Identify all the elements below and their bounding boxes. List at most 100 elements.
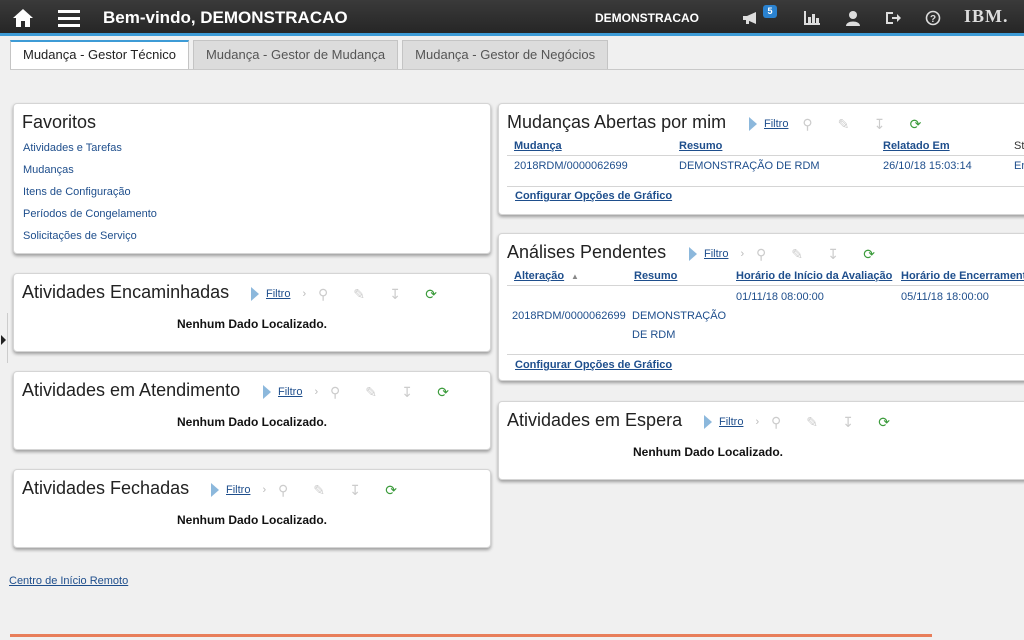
search-icon[interactable]: ⚲ [316,286,330,303]
encaminhadas-portlet: Atividades Encaminhadas Filtro › ⚲ ✎ ↧ ⟳… [13,273,491,352]
clear-filter-icon[interactable]: ✎ [790,246,804,263]
cell-resumo-line2[interactable]: DE RDM [632,329,675,341]
filter-link[interactable]: Filtro [719,416,743,428]
filter-toggle-icon[interactable] [749,117,757,131]
analises-toolbar: Filtro › ⚲ ✎ ↧ ⟳ [689,244,876,264]
download-icon[interactable]: ↧ [388,286,402,303]
filter-toggle-icon[interactable] [263,385,271,399]
refresh-icon[interactable]: ⟳ [384,482,398,499]
download-icon[interactable]: ↧ [400,384,414,401]
cell-alteracao-id[interactable]: 2018RDM/0000062699 [512,310,626,322]
chevron-right-icon: › [314,386,319,398]
welcome-title: Bem-vindo, DEMONSTRACAO [103,8,348,27]
favorite-link-solicitacoes-servico[interactable]: Solicitações de Serviço [23,230,137,242]
column-header-mudanca[interactable]: Mudança [514,140,562,152]
favorite-link-atividades-tarefas[interactable]: Atividades e Tarefas [23,142,122,154]
favorites-portlet: Favoritos Atividades e Tarefas Mudanças … [13,103,491,254]
cell-relatado-em[interactable]: 26/10/18 15:03:14 [883,160,972,172]
tab-gestor-tecnico[interactable]: Mudança - Gestor Técnico [10,40,189,70]
search-icon[interactable]: ⚲ [276,482,290,499]
download-icon[interactable]: ↧ [348,482,362,499]
filter-toggle-icon[interactable] [211,483,219,497]
filter-toggle-icon[interactable] [689,247,697,261]
search-icon[interactable]: ⚲ [769,414,783,431]
tab-gestor-mudanca[interactable]: Mudança - Gestor de Mudança [192,40,399,70]
column-header-resumo[interactable]: Resumo [679,140,722,152]
search-icon[interactable]: ⚲ [800,116,814,133]
refresh-icon[interactable]: ⟳ [877,414,891,431]
filter-toggle-icon[interactable] [251,287,259,301]
fechadas-title: Atividades Fechadas [22,478,190,498]
megaphone-icon[interactable] [740,0,762,36]
cell-status[interactable]: En [1014,160,1024,172]
remote-start-center-link[interactable]: Centro de Início Remoto [9,575,128,587]
help-icon[interactable]: ? [922,0,944,36]
tab-divider [10,69,1024,70]
clear-filter-icon[interactable]: ✎ [352,286,366,303]
column-header-status[interactable]: Sta [1014,140,1024,152]
column-header-encerramento[interactable]: Horário de Encerrament [901,270,1024,282]
favorite-link-periodos-congelamento[interactable]: Períodos de Congelamento [23,208,157,220]
clear-filter-icon[interactable]: ✎ [836,116,850,133]
configure-chart-link[interactable]: Configurar Opções de Gráfico [515,359,672,371]
menu-icon[interactable] [56,0,82,36]
atendimento-portlet: Atividades em Atendimento Filtro › ⚲ ✎ ↧… [13,371,491,450]
download-icon[interactable]: ↧ [872,116,886,133]
atendimento-toolbar: Filtro › ⚲ ✎ ↧ ⟳ [263,382,450,402]
cell-inicio-avaliacao[interactable]: 01/11/18 08:00:00 [736,291,824,303]
reports-icon[interactable] [801,0,823,36]
clear-filter-icon[interactable]: ✎ [364,384,378,401]
footer-divider [507,186,1024,187]
cell-mudanca-id[interactable]: 2018RDM/0000062699 [514,160,628,172]
mudancas-abertas-portlet: Mudanças Abertas por mim Filtro ⚲ ✎ ↧ ⟳ … [498,103,1024,215]
tab-gestor-negocios[interactable]: Mudança - Gestor de Negócios [402,40,609,70]
profile-icon[interactable] [842,0,864,36]
refresh-icon[interactable]: ⟳ [424,286,438,303]
svg-text:?: ? [930,14,936,25]
espera-title: Atividades em Espera [507,410,683,430]
no-data-message: Nenhum Dado Localizado. [632,445,783,459]
filter-link[interactable]: Filtro [278,386,302,398]
favorite-link-mudancas[interactable]: Mudanças [23,164,74,176]
encaminhadas-title: Atividades Encaminhadas [22,282,230,302]
column-header-resumo[interactable]: Resumo [634,270,677,282]
fechadas-toolbar: Filtro › ⚲ ✎ ↧ ⟳ [211,480,398,500]
notification-badge[interactable]: 5 [763,5,777,18]
filter-toggle-icon[interactable] [704,415,712,429]
chevron-right-icon: › [262,484,267,496]
espera-toolbar: Filtro › ⚲ ✎ ↧ ⟳ [704,412,891,432]
favorite-link-itens-configuracao[interactable]: Itens de Configuração [23,186,131,198]
refresh-icon[interactable]: ⟳ [862,246,876,263]
clear-filter-icon[interactable]: ✎ [805,414,819,431]
cell-encerramento[interactable]: 05/11/18 18:00:00 [901,291,989,303]
configure-chart-link[interactable]: Configurar Opções de Gráfico [515,190,672,202]
filter-link[interactable]: Filtro [226,484,250,496]
refresh-icon[interactable]: ⟳ [436,384,450,401]
column-header-alteracao[interactable]: Alteração [514,270,564,282]
filter-link[interactable]: Filtro [266,288,290,300]
clear-filter-icon[interactable]: ✎ [312,482,326,499]
filter-link[interactable]: Filtro [704,248,728,260]
cell-resumo[interactable]: DEMONSTRAÇÃO DE RDM [679,160,820,172]
no-data-message: Nenhum Dado Localizado. [176,415,327,429]
download-icon[interactable]: ↧ [826,246,840,263]
header-divider [507,155,1024,156]
filter-link[interactable]: Filtro [764,118,788,130]
home-icon[interactable] [8,0,38,36]
cell-resumo-line1[interactable]: DEMONSTRAÇÃO [632,310,726,322]
user-name[interactable]: DEMONSTRACAO [595,11,699,25]
column-header-inicio-avaliacao[interactable]: Horário de Início da Avaliação [736,270,892,282]
sort-icon[interactable]: ▲ [571,272,579,281]
search-icon[interactable]: ⚲ [754,246,768,263]
mudancas-abertas-toolbar: Filtro ⚲ ✎ ↧ ⟳ [749,114,922,134]
column-header-relatado-em[interactable]: Relatado Em [883,140,950,152]
mudancas-abertas-title: Mudanças Abertas por mim [507,112,727,132]
search-icon[interactable]: ⚲ [328,384,342,401]
expand-arrow-icon[interactable] [1,335,6,345]
download-icon[interactable]: ↧ [841,414,855,431]
no-data-message: Nenhum Dado Localizado. [176,317,327,331]
sign-out-icon[interactable] [882,0,904,36]
chevron-right-icon: › [302,288,307,300]
refresh-icon[interactable]: ⟳ [908,116,922,133]
espera-portlet: Atividades em Espera Filtro › ⚲ ✎ ↧ ⟳ Ne… [498,401,1024,480]
